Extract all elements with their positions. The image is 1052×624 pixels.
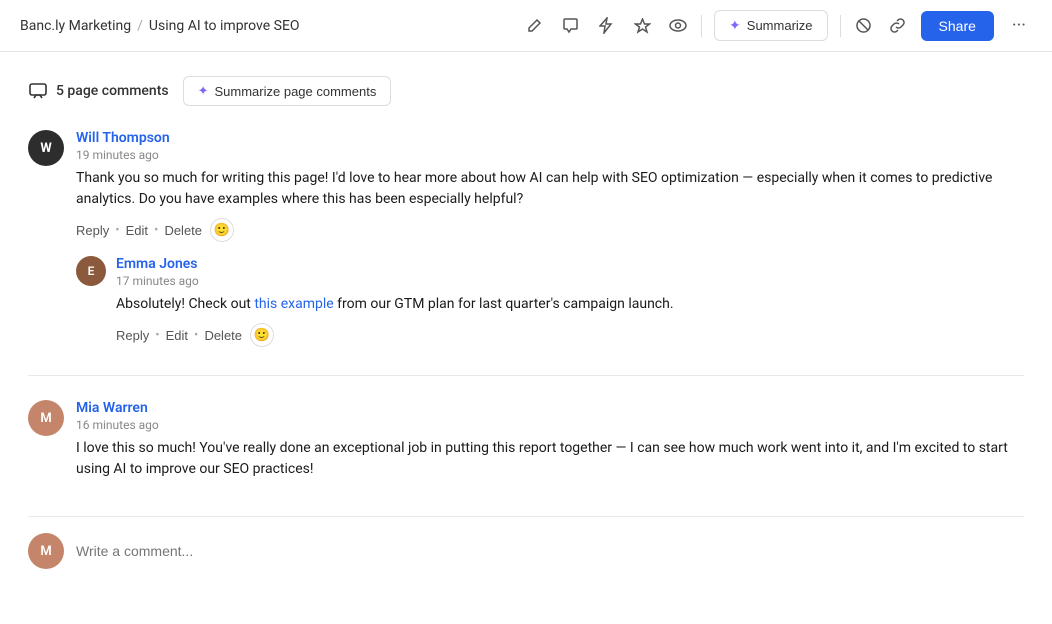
summarize-label: Summarize <box>747 18 813 33</box>
avatar-mia: M <box>28 400 64 436</box>
comment-author-mia[interactable]: Mia Warren <box>76 400 148 416</box>
write-comment-input[interactable] <box>76 543 1024 559</box>
comment-actions-emma: Reply • Edit • Delete 🙂 <box>116 323 1024 347</box>
reply-link[interactable]: this example <box>254 296 333 312</box>
comment-author-emma[interactable]: Emma Jones <box>116 256 198 272</box>
emoji-reaction-emma[interactable]: 🙂 <box>250 323 274 347</box>
comment-thread-will: W Will Thompson 19 minutes ago Thank you… <box>28 130 1024 347</box>
comments-count-group: 5 page comments <box>28 81 169 101</box>
comment-text-will: Thank you so much for writing this page!… <box>76 168 1024 210</box>
reply-button-will[interactable]: Reply <box>76 223 109 238</box>
toolbar-icons <box>523 15 689 37</box>
main-content: 5 page comments ✦ Summarize page comment… <box>0 52 1052 593</box>
reply-button-emma[interactable]: Reply <box>116 328 149 343</box>
comment-icon[interactable] <box>559 15 581 37</box>
comment-time-will: 19 minutes ago <box>76 148 1024 162</box>
edit-icon[interactable] <box>523 15 545 37</box>
edit-button-emma[interactable]: Edit <box>166 328 188 343</box>
no-icon[interactable] <box>853 15 875 37</box>
emoji-reaction-will[interactable]: 🙂 <box>210 218 234 242</box>
comment-time-emma: 17 minutes ago <box>116 274 1024 288</box>
eye-icon[interactable] <box>667 15 689 37</box>
thread-separator <box>28 375 1024 376</box>
comments-header: 5 page comments ✦ Summarize page comment… <box>28 76 1024 106</box>
summarize-comments-button[interactable]: ✦ Summarize page comments <box>183 76 392 106</box>
top-header: Banc.ly Marketing / Using AI to improve … <box>0 0 1052 52</box>
comments-count-label: 5 page comments <box>56 83 169 99</box>
breadcrumb: Banc.ly Marketing / Using AI to improve … <box>20 18 300 34</box>
reply-text-before-link: Absolutely! Check out <box>116 296 254 312</box>
comment-will: W Will Thompson 19 minutes ago Thank you… <box>28 130 1024 242</box>
comment-actions-will: Reply • Edit • Delete 🙂 <box>76 218 1024 242</box>
bolt-icon[interactable] <box>595 15 617 37</box>
comment-body-mia: Mia Warren 16 minutes ago I love this so… <box>76 400 1024 488</box>
star-icon[interactable] <box>631 15 653 37</box>
avatar-current-user: M <box>28 533 64 569</box>
comment-text-mia: I love this so much! You've really done … <box>76 438 1024 480</box>
comment-thread-mia: M Mia Warren 16 minutes ago I love this … <box>28 400 1024 488</box>
summarize-comments-sparkle-icon: ✦ <box>198 83 209 99</box>
link-icon[interactable] <box>887 15 909 37</box>
breadcrumb-current: Using AI to improve SEO <box>149 18 300 34</box>
comment-bubble-icon <box>28 81 48 101</box>
toolbar-divider <box>701 15 702 37</box>
avatar-will: W <box>28 130 64 166</box>
breadcrumb-separator: / <box>137 18 143 34</box>
summarize-comments-label: Summarize page comments <box>214 84 376 99</box>
share-button[interactable]: Share <box>921 11 994 41</box>
summarize-sparkle-icon: ✦ <box>729 17 741 34</box>
comment-body-will: Will Thompson 19 minutes ago Thank you s… <box>76 130 1024 242</box>
comment-mia: M Mia Warren 16 minutes ago I love this … <box>28 400 1024 488</box>
breadcrumb-root[interactable]: Banc.ly Marketing <box>20 18 131 34</box>
more-options-button[interactable]: ··· <box>1006 13 1032 38</box>
delete-button-will[interactable]: Delete <box>164 223 202 238</box>
summarize-button[interactable]: ✦ Summarize <box>714 10 827 41</box>
delete-button-emma[interactable]: Delete <box>204 328 242 343</box>
comment-body-emma: Emma Jones 17 minutes ago Absolutely! Ch… <box>116 256 1024 347</box>
replies-will: E Emma Jones 17 minutes ago Absolutely! … <box>76 256 1024 347</box>
comment-time-mia: 16 minutes ago <box>76 418 1024 432</box>
edit-button-will[interactable]: Edit <box>126 223 148 238</box>
comment-author-will[interactable]: Will Thompson <box>76 130 170 146</box>
toolbar-divider-2 <box>840 15 841 37</box>
avatar-emma: E <box>76 256 106 286</box>
header-actions: ✦ Summarize Share ··· <box>523 10 1032 41</box>
write-comment-area: M <box>28 516 1024 569</box>
comment-text-emma: Absolutely! Check out this example from … <box>116 294 1024 315</box>
reply-text-after-link: from our GTM plan for last quarter's cam… <box>334 296 674 312</box>
reply-emma: E Emma Jones 17 minutes ago Absolutely! … <box>76 256 1024 347</box>
